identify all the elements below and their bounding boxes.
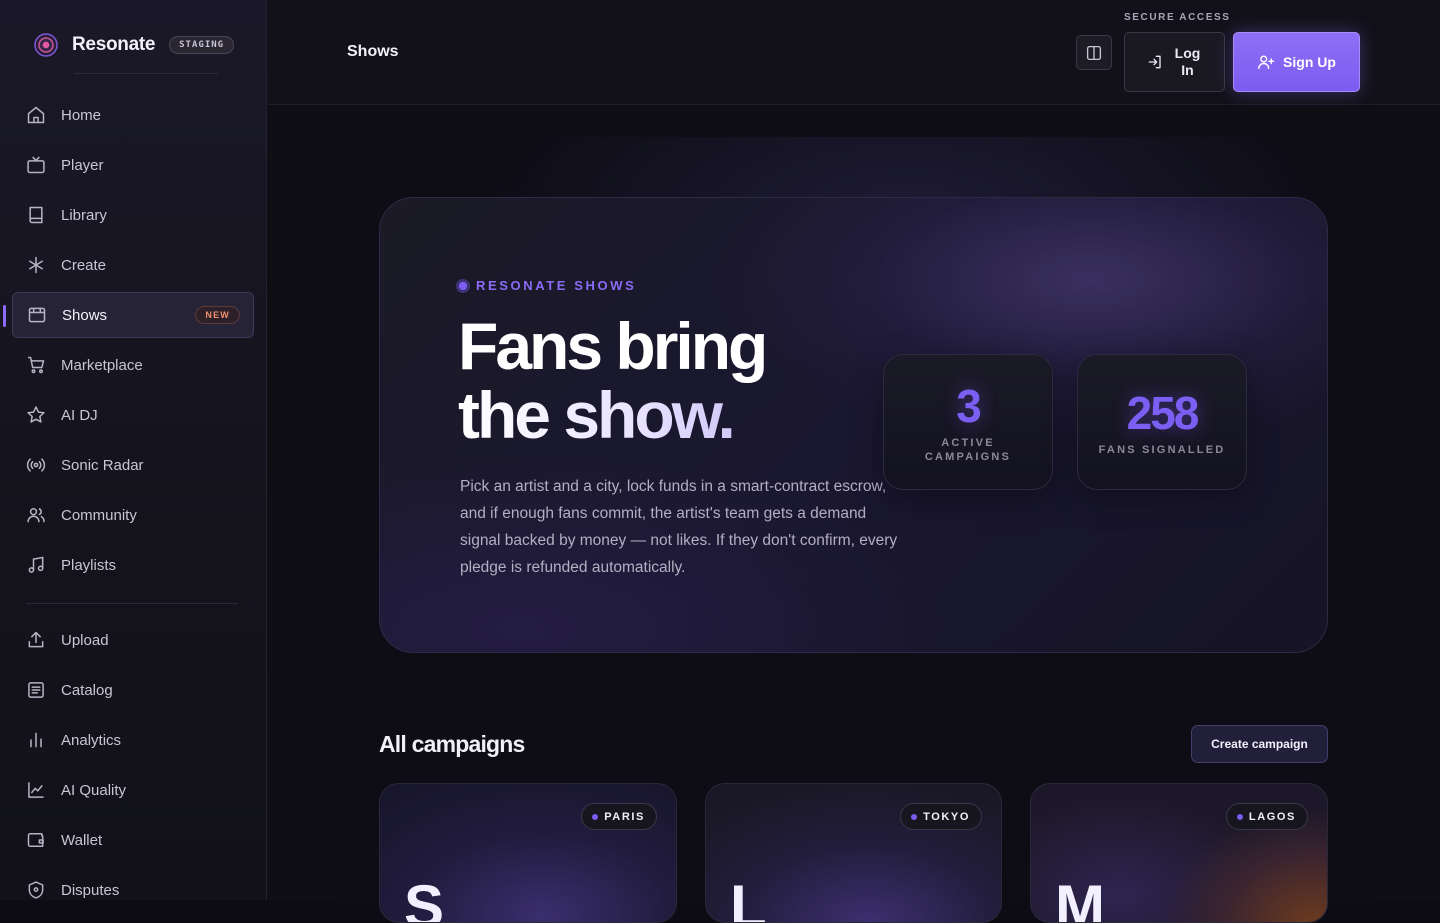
campaign-card-lagos[interactable]: LAGOS M (1030, 783, 1328, 923)
sidebar: Resonate STAGING Home Player Library Cre… (0, 0, 267, 900)
shield-icon (26, 880, 46, 900)
home-icon (26, 105, 46, 125)
city-pill: PARIS (581, 803, 657, 830)
music-icon (26, 555, 46, 575)
sidebar-item-label: Wallet (61, 831, 103, 849)
sidebar-item-analytics[interactable]: Analytics (12, 717, 254, 763)
stat-value: 3 (956, 380, 982, 432)
login-button[interactable]: Log In (1124, 32, 1225, 92)
sidebar-item-home[interactable]: Home (12, 92, 254, 138)
catalog-icon (26, 680, 46, 700)
login-icon (1148, 55, 1161, 69)
sidebar-item-label: AI Quality (61, 781, 127, 799)
city-label: LAGOS (1248, 810, 1296, 823)
headline-line-2: the show. (458, 381, 765, 450)
ticket-icon (27, 305, 47, 325)
campaign-card-paris[interactable]: PARIS S (379, 783, 677, 923)
hero-headline: Fans bring the show. (458, 309, 768, 450)
hero-description: Pick an artist and a city, lock funds in… (460, 478, 898, 576)
eyebrow-label: RESONATE SHOWS (476, 278, 637, 293)
sidebar-item-catalog[interactable]: Catalog (12, 667, 254, 713)
sidebar-item-label: Disputes (61, 881, 120, 899)
sidebar-item-label: Playlists (61, 556, 117, 574)
artist-initial: L (730, 873, 767, 923)
headline-line-1: Fans bring (458, 309, 768, 383)
sidebar-item-label: Marketplace (61, 356, 143, 374)
stat-fans-signalled: 258 FANS SIGNALLED (1077, 354, 1247, 490)
sidebar-item-player[interactable]: Player (12, 142, 254, 188)
top-bar: Shows SECURE ACCESS Log In Sign Up (267, 0, 1440, 105)
line-chart-icon (26, 780, 46, 800)
dot-icon (456, 278, 470, 293)
stat-value: 258 (1126, 387, 1200, 439)
create-campaign-button[interactable]: Create campaign (1191, 725, 1328, 763)
signup-label: Sign Up (1283, 54, 1336, 70)
sidebar-item-label: AI DJ (61, 406, 98, 424)
hero-eyebrow: RESONATE SHOWS (456, 278, 636, 293)
sidebar-item-create[interactable]: Create (12, 242, 254, 288)
bar-chart-icon (26, 730, 46, 750)
city-label: PARIS (604, 810, 645, 823)
sidebar-item-sonic-radar[interactable]: Sonic Radar (12, 442, 254, 488)
sidebar-panel-icon (1086, 45, 1102, 60)
stat-label: ACTIVE CAMPAIGNS (924, 437, 1012, 463)
sidebar-item-label: Library (61, 206, 107, 224)
dot-icon (911, 813, 918, 820)
sidebar-item-ai-quality[interactable]: AI Quality (12, 767, 254, 813)
divider (26, 603, 238, 604)
stat-label: FANS SIGNALLED (1098, 444, 1226, 456)
city-pill: TOKYO (900, 803, 982, 830)
book-icon (26, 205, 46, 225)
wallet-icon (26, 830, 46, 850)
stat-active-campaigns: 3 ACTIVE CAMPAIGNS (883, 354, 1053, 490)
city-label: TOKYO (923, 810, 970, 823)
sidebar-item-shows[interactable]: Shows NEW (3, 292, 254, 338)
signup-button[interactable]: Sign Up (1233, 32, 1360, 92)
resonate-logo-icon (34, 33, 58, 57)
brand[interactable]: Resonate STAGING (34, 33, 235, 57)
city-pill: LAGOS (1225, 803, 1308, 830)
artist-initial: S (404, 873, 444, 923)
sidebar-item-label: Create (61, 256, 107, 274)
env-badge: STAGING (169, 36, 235, 54)
sidebar-item-disputes[interactable]: Disputes (12, 867, 254, 913)
app-name: Resonate (72, 34, 156, 55)
cart-icon (26, 355, 46, 375)
sidebar-item-library[interactable]: Library (12, 192, 254, 238)
secure-access-label: SECURE ACCESS (1124, 12, 1231, 23)
sidebar-item-label: Upload (61, 631, 109, 649)
artist-initial: M (1055, 873, 1105, 923)
sidebar-item-ai-dj[interactable]: AI DJ (12, 392, 254, 438)
page-title: Shows (347, 43, 399, 60)
dot-icon (1236, 813, 1243, 820)
sidebar-item-label: Home (61, 106, 102, 124)
dot-icon (592, 813, 599, 820)
star-icon (26, 405, 46, 425)
sidebar-item-marketplace[interactable]: Marketplace (12, 342, 254, 388)
campaign-card-tokyo[interactable]: TOKYO L (705, 783, 1002, 923)
sidebar-item-wallet[interactable]: Wallet (12, 817, 254, 863)
sidebar-item-label: Player (61, 156, 104, 174)
sidebar-item-label: Shows (62, 306, 108, 324)
radio-icon (26, 455, 46, 475)
tv-icon (26, 155, 46, 175)
sidebar-item-label: Community (61, 506, 137, 524)
user-plus-icon (1258, 55, 1275, 70)
upload-icon (26, 630, 46, 650)
login-label: Log In (1174, 45, 1201, 78)
section-title: All campaigns (379, 731, 525, 757)
sidebar-item-community[interactable]: Community (12, 492, 254, 538)
users-icon (26, 505, 46, 525)
sidebar-item-playlists[interactable]: Playlists (12, 542, 254, 588)
sidebar-item-upload[interactable]: Upload (12, 617, 254, 663)
asterisk-icon (26, 255, 46, 275)
panel-toggle-button[interactable] (1076, 35, 1112, 70)
sidebar-item-label: Analytics (61, 731, 122, 749)
sidebar-item-label: Catalog (61, 681, 113, 699)
new-badge: NEW (195, 306, 240, 324)
sidebar-item-label: Sonic Radar (61, 456, 144, 474)
divider (74, 73, 218, 74)
